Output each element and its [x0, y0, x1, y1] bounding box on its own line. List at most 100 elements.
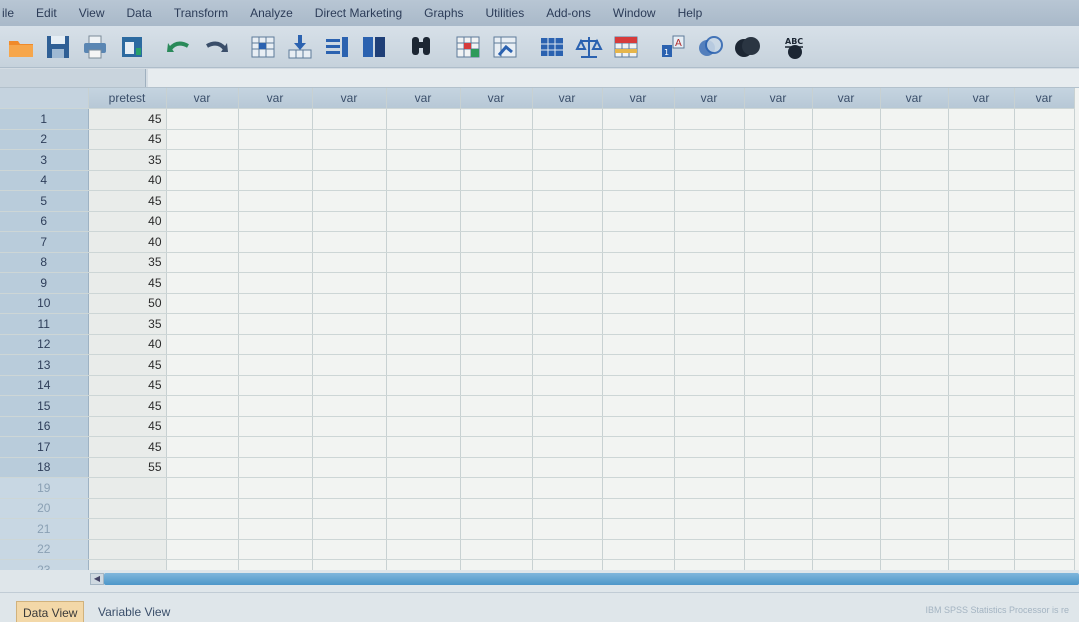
cell-empty[interactable]: [312, 354, 387, 376]
cell-empty[interactable]: [1014, 252, 1075, 273]
column-header-var[interactable]: var: [532, 88, 603, 109]
cell-empty[interactable]: [1014, 293, 1075, 314]
cell-empty[interactable]: [880, 436, 949, 458]
cell-empty[interactable]: [532, 539, 603, 560]
cell-empty[interactable]: [312, 375, 387, 396]
column-header-var[interactable]: var: [460, 88, 533, 109]
cell-empty[interactable]: [812, 313, 881, 335]
cell-empty[interactable]: [460, 211, 533, 232]
cell-empty[interactable]: [602, 375, 675, 396]
cell-empty[interactable]: [312, 416, 387, 437]
cell-empty[interactable]: [460, 354, 533, 376]
cell-empty[interactable]: [812, 354, 881, 376]
cell-empty[interactable]: [880, 457, 949, 478]
cell-empty[interactable]: [744, 416, 813, 437]
cell-empty[interactable]: [880, 334, 949, 355]
row-header[interactable]: 21: [0, 518, 89, 540]
cell-empty[interactable]: [460, 375, 533, 396]
cell-empty[interactable]: [744, 498, 813, 519]
cell-empty[interactable]: [948, 149, 1015, 171]
cell-empty[interactable]: [532, 395, 603, 417]
cell-empty[interactable]: [812, 231, 881, 253]
cell-empty[interactable]: [674, 436, 745, 458]
cell-pretest[interactable]: 45: [88, 395, 167, 417]
cell-empty[interactable]: [386, 149, 461, 171]
cell-empty[interactable]: [744, 436, 813, 458]
cell-empty[interactable]: [744, 313, 813, 335]
cell-empty[interactable]: [238, 436, 313, 458]
cell-empty[interactable]: [812, 498, 881, 519]
goto-variable-icon[interactable]: [285, 32, 315, 62]
cell-empty[interactable]: [166, 477, 239, 499]
cell-empty[interactable]: [166, 170, 239, 191]
cell-empty[interactable]: [460, 190, 533, 212]
cell-empty[interactable]: [460, 334, 533, 355]
cell-empty[interactable]: [744, 272, 813, 294]
cell-empty[interactable]: [238, 211, 313, 232]
cell-empty[interactable]: [166, 354, 239, 376]
cell-empty[interactable]: [812, 252, 881, 273]
cell-empty[interactable]: [386, 231, 461, 253]
menu-analyze[interactable]: Analyze: [239, 0, 304, 26]
cell-empty[interactable]: [386, 129, 461, 150]
cell-empty[interactable]: [386, 354, 461, 376]
cell-empty[interactable]: [166, 539, 239, 560]
column-header-var[interactable]: var: [1014, 88, 1075, 109]
select-cases-icon[interactable]: [611, 32, 641, 62]
split-icon[interactable]: [359, 32, 389, 62]
cell-empty[interactable]: [532, 190, 603, 212]
cell-empty[interactable]: [1014, 272, 1075, 294]
row-header[interactable]: 12: [0, 334, 89, 355]
cell-empty[interactable]: [744, 149, 813, 171]
row-header[interactable]: 11: [0, 313, 89, 335]
cell-empty[interactable]: [166, 375, 239, 396]
row-header[interactable]: 8: [0, 252, 89, 273]
cell-empty[interactable]: [880, 149, 949, 171]
cell-pretest[interactable]: 40: [88, 231, 167, 253]
cell-empty[interactable]: [812, 149, 881, 171]
cell-empty[interactable]: [238, 293, 313, 314]
cell-empty[interactable]: [602, 149, 675, 171]
cell-empty[interactable]: [532, 293, 603, 314]
cell-empty[interactable]: [812, 436, 881, 458]
cell-empty[interactable]: [880, 129, 949, 150]
cell-empty[interactable]: [812, 170, 881, 191]
cell-empty[interactable]: [674, 149, 745, 171]
cell-empty[interactable]: [312, 149, 387, 171]
cell-empty[interactable]: [744, 231, 813, 253]
cell-empty[interactable]: [880, 190, 949, 212]
tab-data-view[interactable]: Data View: [16, 601, 85, 622]
cell-empty[interactable]: [674, 293, 745, 314]
cell-empty[interactable]: [744, 293, 813, 314]
cell-empty[interactable]: [602, 518, 675, 540]
cell-empty[interactable]: [812, 375, 881, 396]
cell-empty[interactable]: [880, 313, 949, 335]
cell-empty[interactable]: [744, 354, 813, 376]
cell-empty[interactable]: [744, 395, 813, 417]
cell-empty[interactable]: [312, 457, 387, 478]
cell-pretest[interactable]: 40: [88, 334, 167, 355]
open-folder-icon[interactable]: [6, 32, 36, 62]
cell-empty[interactable]: [460, 498, 533, 519]
cell-empty[interactable]: [812, 334, 881, 355]
column-header-var[interactable]: var: [948, 88, 1015, 109]
cell-empty[interactable]: [1014, 518, 1075, 540]
cell-empty[interactable]: [948, 313, 1015, 335]
cell-empty[interactable]: [460, 539, 533, 560]
cell-empty[interactable]: [602, 272, 675, 294]
cell-empty[interactable]: [602, 395, 675, 417]
cell-empty[interactable]: [602, 334, 675, 355]
menu-view[interactable]: View: [68, 0, 116, 26]
value-labels-icon[interactable]: A1: [658, 32, 688, 62]
menu-data[interactable]: Data: [116, 0, 163, 26]
cell-empty[interactable]: [312, 313, 387, 335]
cell-empty[interactable]: [386, 252, 461, 273]
cell-empty[interactable]: [674, 539, 745, 560]
cell-empty[interactable]: [312, 252, 387, 273]
cell-empty[interactable]: [386, 293, 461, 314]
cell-empty[interactable]: [674, 354, 745, 376]
cell-empty[interactable]: [1014, 108, 1075, 130]
cell-empty[interactable]: [238, 457, 313, 478]
cell-empty[interactable]: [948, 170, 1015, 191]
cell-empty[interactable]: [1014, 354, 1075, 376]
